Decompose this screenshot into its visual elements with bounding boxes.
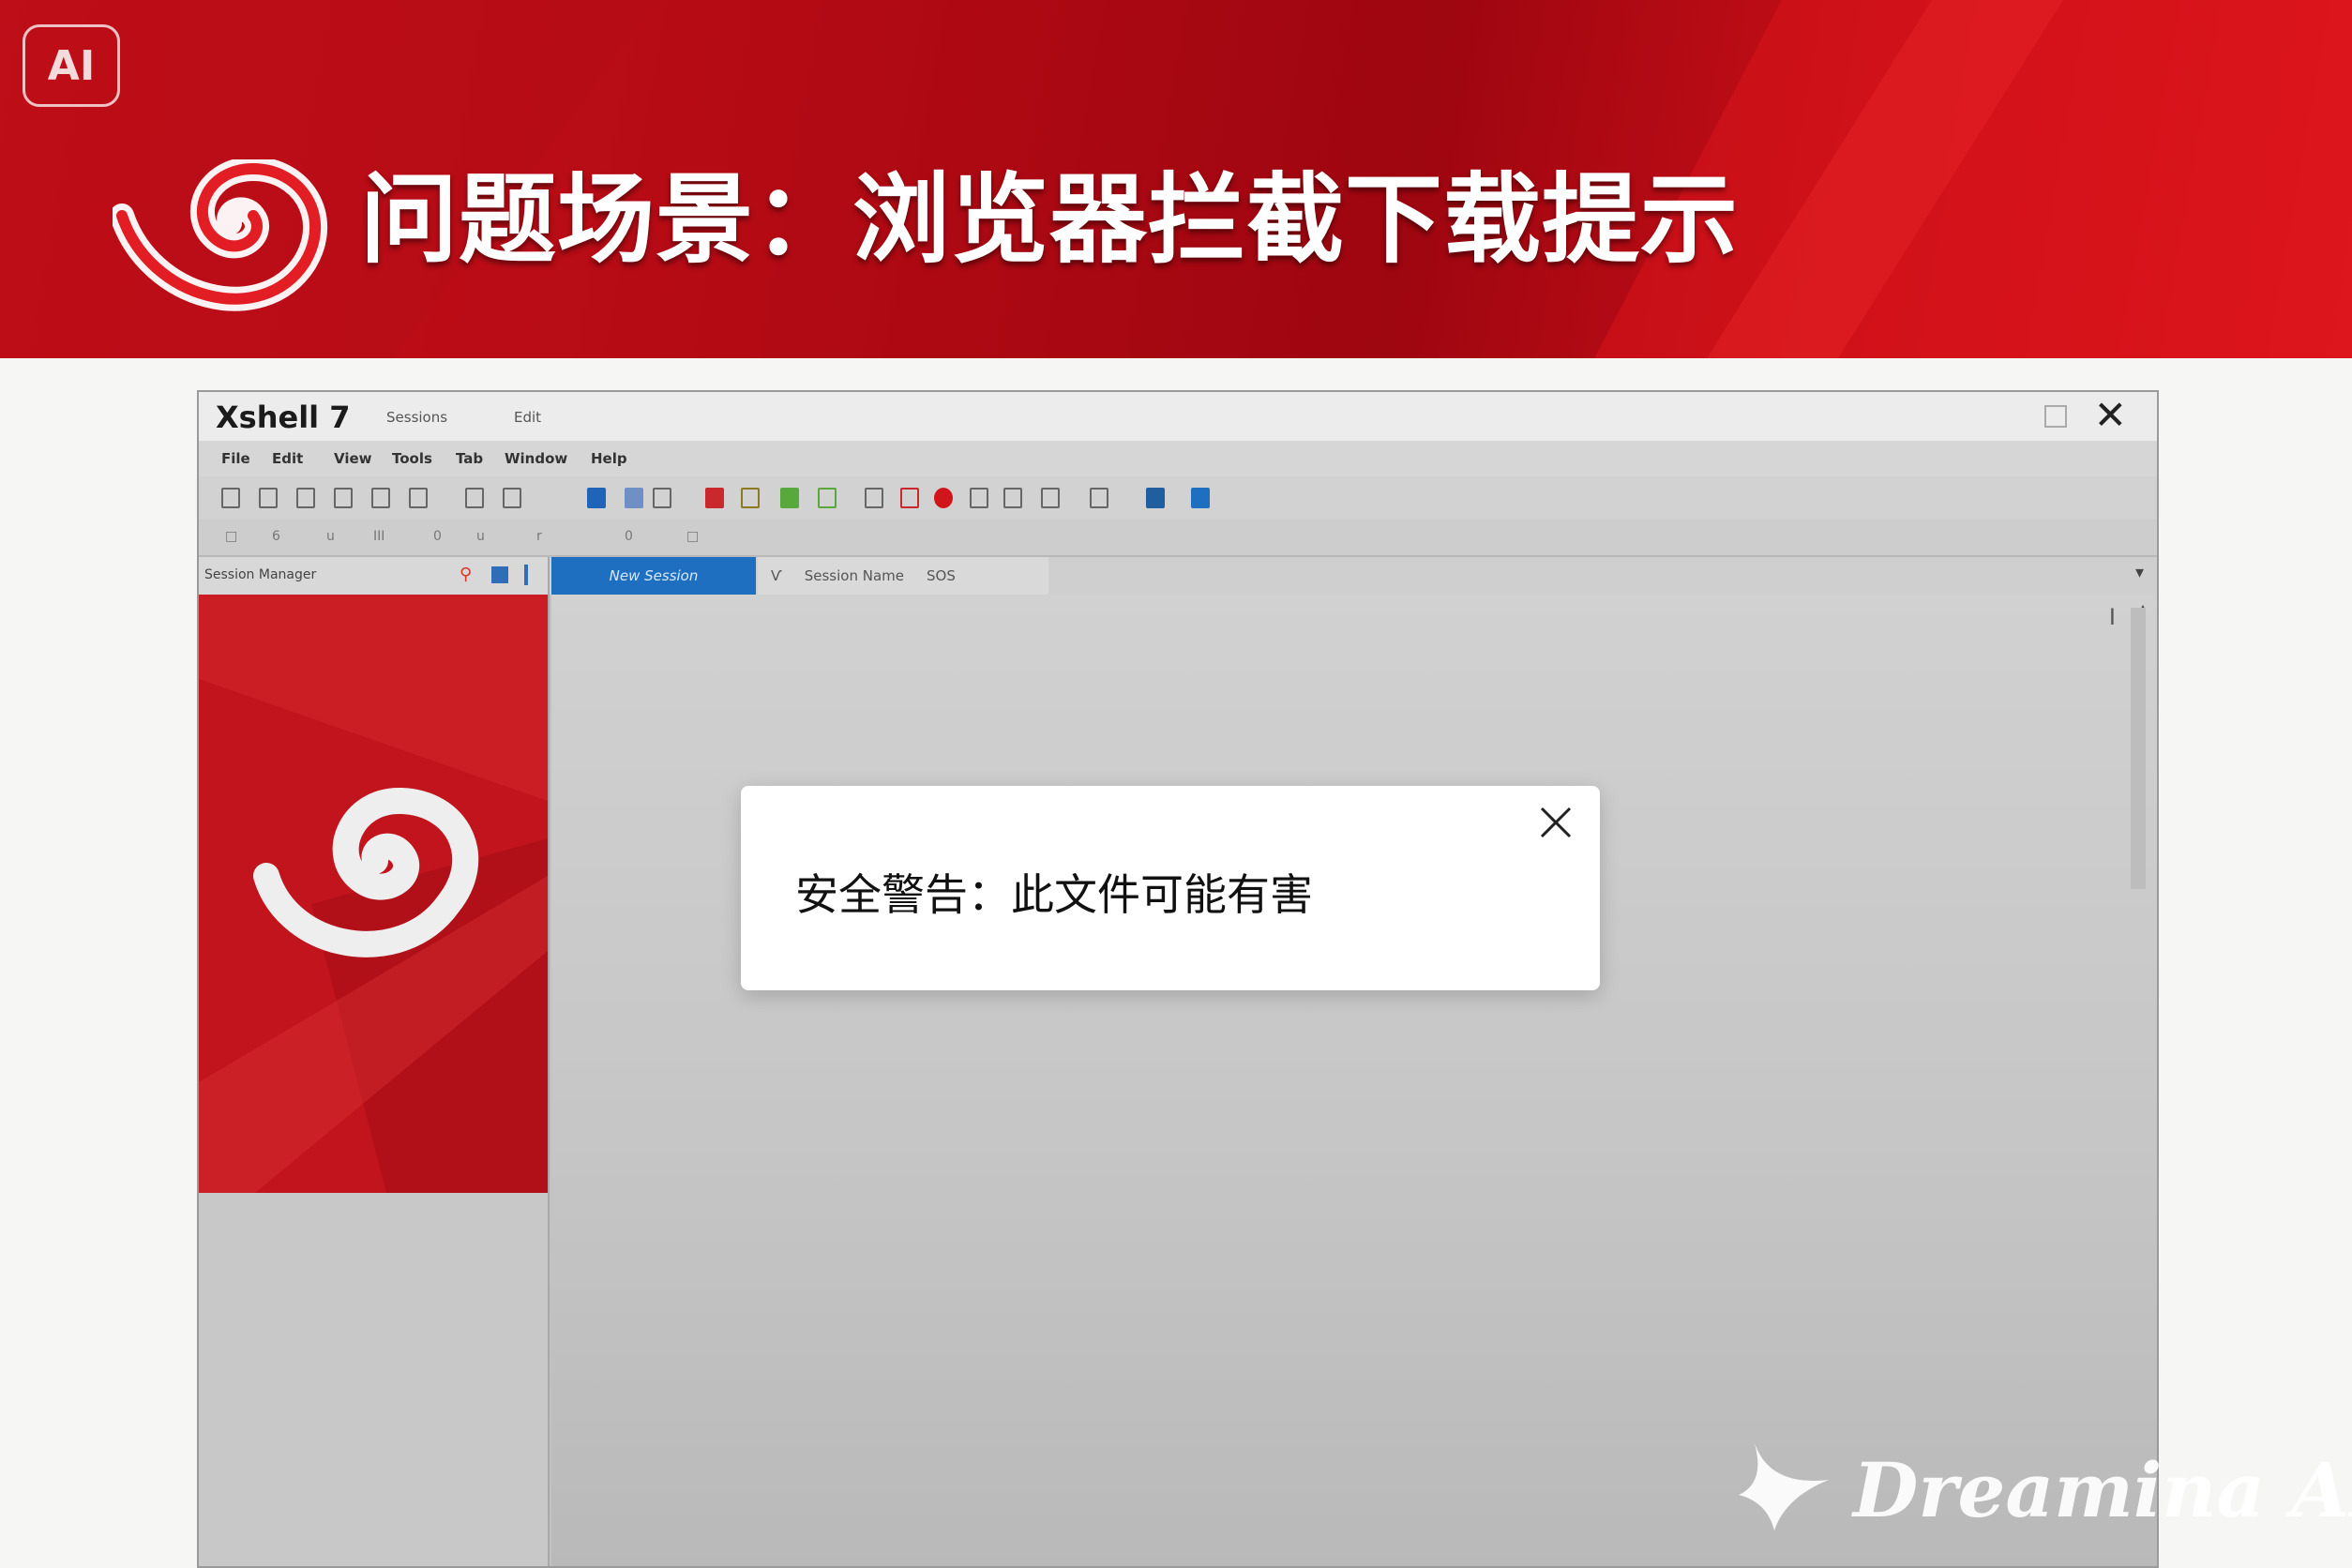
toolbar2-glyph-8: □ [686, 529, 700, 544]
paste-icon[interactable] [409, 488, 428, 508]
print-icon[interactable] [503, 488, 521, 508]
title-menu-sessions[interactable]: Sessions [386, 409, 447, 426]
copy-icon[interactable] [371, 488, 390, 508]
reconnect-icon[interactable] [334, 488, 353, 508]
layout-icon[interactable] [653, 488, 671, 508]
brand-background [199, 595, 548, 1193]
terminal-area[interactable]: I ▴ [551, 595, 2157, 1566]
window-close-button[interactable]: ✕ [2094, 396, 2127, 435]
tab-dropdown-icon[interactable]: Ѵ [771, 567, 782, 584]
help-icon[interactable] [1191, 488, 1210, 508]
main-toolbar [199, 476, 2157, 520]
menu-tools[interactable]: Tools [392, 450, 432, 467]
open-icon[interactable] [259, 488, 278, 508]
pin-icon[interactable]: ⚲ [460, 565, 472, 584]
dreamina-logo-icon [1739, 1440, 1829, 1530]
script-icon[interactable] [741, 488, 760, 508]
transfer-icon[interactable] [587, 488, 606, 508]
tab-session-name-label: Session Name [804, 567, 904, 584]
xftp-icon[interactable] [625, 488, 643, 508]
toolbar2-glyph-4: 0 [433, 529, 442, 544]
check-icon[interactable] [780, 488, 799, 508]
stop-icon[interactable] [934, 488, 953, 508]
toolbar2-glyph-6: r [536, 529, 542, 544]
slide-title: 问题场景：浏览器拦截下载提示 [360, 162, 1740, 277]
dialog-message: 安全警告：此文件可能有害 [795, 869, 1313, 920]
address-toolbar: □ 6 u III 0 u r 0 □ [199, 520, 2157, 557]
text-cursor-icon: I [2108, 604, 2116, 630]
options-icon[interactable] [970, 488, 988, 508]
xshell-logo-icon [113, 159, 327, 311]
dialog-close-icon[interactable] [1532, 799, 1579, 846]
session-manager-header: Session Manager ⚲ [199, 557, 550, 595]
session-manager-label: Session Manager [204, 567, 317, 582]
toolbar2-glyph-3: III [373, 529, 385, 544]
menu-tab[interactable]: Tab [456, 450, 483, 467]
record-icon[interactable] [705, 488, 724, 508]
title-menu-edit[interactable]: Edit [514, 409, 541, 426]
tab-menu-caret-icon[interactable]: ▾ [2135, 563, 2144, 582]
watermark-text: Dreamina AI [1853, 1446, 2352, 1534]
keymap-icon[interactable] [865, 488, 883, 508]
address-icon[interactable]: □ [225, 529, 237, 544]
menu-window[interactable]: Window [505, 450, 567, 467]
ai-badge-icon: AI [23, 24, 120, 107]
window-titlebar: Xshell 7 Sessions Edit ✕ [199, 392, 2157, 441]
full-screen-icon[interactable] [1041, 488, 1060, 508]
new-session-icon[interactable] [221, 488, 240, 508]
compose-icon[interactable] [818, 488, 837, 508]
toolbar2-glyph-5: u [476, 529, 485, 544]
app-title: Xshell 7 [216, 400, 351, 435]
find-icon[interactable] [465, 488, 484, 508]
session-view-icon[interactable] [491, 566, 508, 583]
tile-icon[interactable] [1090, 488, 1108, 508]
menu-bar: File Edit View Tools Tab Window Help [199, 441, 2157, 476]
session-manager-panel [199, 595, 550, 1566]
vertical-scrollbar[interactable] [2131, 608, 2146, 889]
menu-view[interactable]: View [334, 450, 372, 467]
tab-session-extra: SOS [926, 567, 956, 584]
tab-strip: Session Manager ⚲ New Session Ѵ Session … [199, 557, 2157, 595]
disconnect-icon[interactable] [296, 488, 315, 508]
toolbar2-glyph-7: 0 [625, 529, 633, 544]
toolbar2-glyph-2: u [326, 529, 335, 544]
toolbar2-glyph-1: 6 [272, 529, 280, 544]
slide-header-banner: AI 问题场景：浏览器拦截下载提示 [0, 0, 2352, 358]
tab-new-session[interactable]: New Session [551, 557, 756, 595]
properties-icon[interactable] [1003, 488, 1022, 508]
security-warning-dialog: 安全警告：此文件可能有害 [741, 786, 1600, 990]
tab-new-session-label: New Session [609, 567, 699, 584]
lock-icon[interactable] [900, 488, 919, 508]
maximize-button[interactable] [2044, 405, 2067, 428]
brand-panel [199, 595, 548, 1193]
menu-file[interactable]: File [221, 450, 250, 467]
dreamina-watermark: Dreamina AI [1735, 1433, 2352, 1536]
session-divider-icon [524, 565, 528, 585]
menu-edit[interactable]: Edit [272, 450, 303, 467]
grid-icon[interactable] [1146, 488, 1165, 508]
tab-session-name[interactable]: Ѵ Session Name SOS [758, 557, 1048, 595]
menu-help[interactable]: Help [591, 450, 627, 467]
